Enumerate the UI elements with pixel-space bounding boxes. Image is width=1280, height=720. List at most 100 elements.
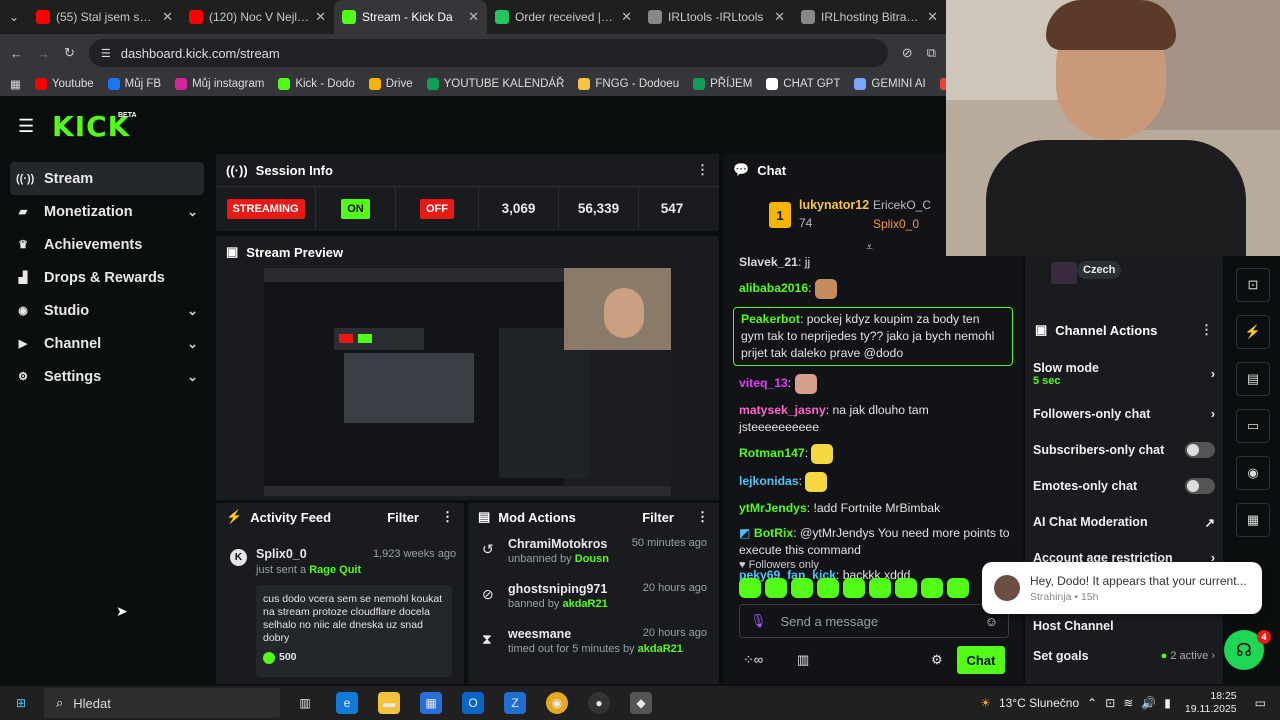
top-gifter-name[interactable]: lukynator12	[799, 198, 869, 212]
mod-action-by[interactable]: Dousn	[575, 553, 609, 565]
sidebar-item-drops-rewards[interactable]: ▟ Drops & Rewards	[10, 261, 204, 294]
chat-username[interactable]: Slavek_21	[739, 255, 798, 269]
quick-emote[interactable]	[869, 578, 891, 598]
more-vertical-icon[interactable]: ⋮	[441, 509, 454, 525]
tray-chevron-icon[interactable]: ⌃	[1087, 696, 1097, 710]
followers-only-row[interactable]: Followers-only chat ›	[1025, 396, 1223, 432]
close-icon[interactable]: ✕	[468, 9, 479, 25]
clock-date[interactable]: 19.11.2025	[1185, 703, 1237, 716]
quick-emote[interactable]	[765, 578, 787, 598]
quick-emote[interactable]	[947, 578, 969, 598]
mod-target-user[interactable]: weesmane	[508, 627, 571, 641]
sidebar-item-achievements[interactable]: ♛ Achievements	[10, 228, 204, 261]
quick-emote[interactable]	[739, 578, 761, 598]
chat-username[interactable]: alibaba2016	[739, 281, 808, 295]
back-icon[interactable]: ←	[10, 46, 23, 61]
bookmark-item[interactable]: Drive	[368, 78, 413, 90]
chrome-icon[interactable]: ◉	[546, 692, 568, 714]
translate-icon[interactable]: ⧉	[927, 45, 936, 61]
chat-username[interactable]: Rotman147	[739, 446, 805, 460]
chat-username[interactable]: ytMrJendys	[739, 501, 807, 515]
site-info-icon[interactable]: ☰	[101, 47, 111, 60]
weather-icon[interactable]: ☀	[980, 696, 991, 710]
taskbar-search-box[interactable]: ⌕ Hledat	[44, 688, 280, 718]
browser-tab[interactable]: IRLhosting Bitrate Ca ✕	[793, 0, 946, 34]
activity-filter-button[interactable]: Filter	[387, 510, 419, 525]
browser-tab[interactable]: (120) Noc V Nejluxus ✕	[181, 0, 334, 34]
camera-off-icon[interactable]: ⊘	[902, 45, 913, 61]
mod-filter-button[interactable]: Filter	[642, 510, 674, 525]
chat-username[interactable]: Peakerbot	[741, 312, 800, 326]
bookmark-item[interactable]: PŘÍJEM	[693, 78, 752, 90]
chevron-down-icon[interactable]: ⌄	[187, 369, 198, 385]
send-chat-button[interactable]: Chat	[957, 646, 1005, 674]
set-goals-row[interactable]: Set goals ● 2 active ›	[1025, 638, 1223, 674]
camera-icon[interactable]: ⊡	[1236, 268, 1270, 302]
app-icon[interactable]: ◆	[630, 692, 652, 714]
close-icon[interactable]: ✕	[315, 9, 326, 25]
chat-icon[interactable]: ▭	[1236, 409, 1270, 443]
bookmark-item[interactable]: CHAT GPT	[766, 78, 840, 90]
more-vertical-icon[interactable]: ⋮	[696, 162, 709, 178]
more-vertical-icon[interactable]: ⋮	[1200, 322, 1213, 338]
bookmark-item[interactable]: Youtube	[34, 78, 94, 90]
bookmark-item[interactable]: GEMINI AI	[854, 78, 926, 90]
chevron-down-icon[interactable]: ⌄	[187, 303, 198, 319]
browser-tab[interactable]: (55) Stal jsem se obě ✕	[28, 0, 181, 34]
chat-username[interactable]: viteq_13	[739, 376, 788, 390]
clock-time[interactable]: 18:25	[1185, 690, 1236, 703]
activity-user[interactable]: Splix0_0	[256, 547, 307, 561]
more-vertical-icon[interactable]: ⋮	[696, 509, 709, 525]
chat-input-box[interactable]: 🎙 Send a message ☺	[739, 604, 1009, 638]
bookmark-item[interactable]: FNGG - Dodoeu	[578, 78, 679, 90]
chat-username[interactable]: lejkonidas	[739, 474, 799, 488]
apps-grid-icon[interactable]: ▦	[10, 77, 21, 91]
windows-start-icon[interactable]: ⊞	[10, 692, 32, 714]
close-icon[interactable]: ✕	[774, 9, 785, 25]
browser-tab[interactable]: Stream - Kick Da ✕	[334, 0, 487, 34]
chat-username[interactable]: BotRix	[754, 526, 793, 540]
mod-target-user[interactable]: ChramiMotokros	[508, 537, 607, 551]
notes-icon[interactable]: ▤	[1236, 362, 1270, 396]
layout-icon[interactable]: ▦	[1236, 503, 1270, 537]
outlook-icon[interactable]: O	[462, 692, 484, 714]
store-icon[interactable]: ▦	[420, 692, 442, 714]
quick-emote[interactable]	[895, 578, 917, 598]
broadcast-icon[interactable]: ◉	[1236, 456, 1270, 490]
close-icon[interactable]: ✕	[621, 9, 632, 25]
bookmark-item[interactable]: Můj instagram	[175, 78, 264, 90]
on-button[interactable]: ON	[341, 198, 370, 219]
microphone-icon[interactable]: 🎙	[750, 613, 767, 629]
stream-preview-video[interactable]	[264, 268, 671, 496]
weather-text[interactable]: 13°C Slunečno	[999, 696, 1079, 710]
sidebar-item-stream[interactable]: ((·)) Stream	[10, 162, 204, 195]
volume-icon[interactable]: 🔊	[1141, 696, 1156, 710]
battery-icon[interactable]: ▮	[1164, 696, 1171, 710]
task-view-icon[interactable]: ▥	[294, 692, 316, 714]
slow-mode-row[interactable]: Slow mode 5 sec ›	[1025, 352, 1223, 396]
quick-emote[interactable]	[817, 578, 839, 598]
lightning-icon[interactable]: ⚡	[1236, 315, 1270, 349]
obs-icon[interactable]: ●	[588, 692, 610, 714]
chat-username[interactable]: matysek_jasny	[739, 403, 826, 417]
collapse-icon[interactable]: ⩡	[866, 240, 873, 255]
store-icon[interactable]: ▥	[797, 652, 809, 668]
chat-input[interactable]: Send a message	[781, 614, 879, 629]
bookmark-item[interactable]: Kick - Dodo	[278, 78, 355, 90]
sidebar-item-monetization[interactable]: ▰ Monetization ⌄	[10, 195, 204, 228]
file-explorer-icon[interactable]: ▬	[378, 692, 400, 714]
chevron-down-icon[interactable]: ⌄	[187, 204, 198, 220]
sidebar-item-channel[interactable]: ▶ Channel ⌄	[10, 327, 204, 360]
sidebar-item-studio[interactable]: ◉ Studio ⌄	[10, 294, 204, 327]
quick-emote[interactable]	[791, 578, 813, 598]
reload-icon[interactable]: ↻	[64, 45, 75, 61]
forward-icon[interactable]: →	[37, 46, 50, 61]
chevron-down-icon[interactable]: ⌄	[187, 336, 198, 352]
mod-action-by[interactable]: akdaR21	[638, 643, 683, 655]
app-icon[interactable]: Z	[504, 692, 526, 714]
tab-search-button[interactable]: ⌄	[0, 0, 28, 34]
close-icon[interactable]: ✕	[162, 9, 173, 25]
url-field[interactable]: ☰ dashboard.kick.com/stream	[88, 39, 888, 67]
quick-emote[interactable]	[843, 578, 865, 598]
gifter-3-name[interactable]: Splix0_0	[873, 217, 919, 231]
